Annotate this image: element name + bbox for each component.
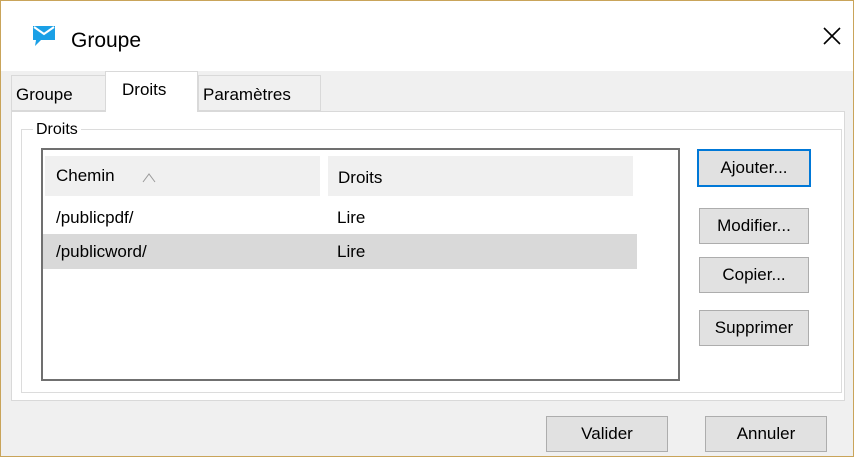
copy-button[interactable]: Copier... <box>699 257 809 293</box>
sort-ascending-icon <box>142 173 156 183</box>
dialog-window: Groupe Groupe Droits Paramètres Droits C… <box>0 0 854 457</box>
column-header-label: Droits <box>338 168 383 187</box>
groupbox-legend: Droits <box>33 121 81 139</box>
window-title: Groupe <box>71 29 142 52</box>
column-header-chemin[interactable]: Chemin <box>45 156 320 196</box>
add-button[interactable]: Ajouter... <box>697 149 811 187</box>
tab-groupe[interactable]: Groupe <box>11 75 107 111</box>
envelope-message-icon <box>33 26 55 46</box>
delete-button[interactable]: Supprimer <box>699 310 809 346</box>
tab-label: Groupe <box>16 85 73 104</box>
tab-label: Paramètres <box>203 85 291 104</box>
cancel-button[interactable]: Annuler <box>705 416 827 452</box>
tab-droits[interactable]: Droits <box>105 71 198 112</box>
title-bar: Groupe <box>1 1 853 71</box>
column-header-droits[interactable]: Droits <box>328 156 633 196</box>
tab-parametres[interactable]: Paramètres <box>198 75 321 111</box>
edit-button[interactable]: Modifier... <box>699 208 809 244</box>
row-rights: Lire <box>337 242 366 261</box>
close-icon[interactable] <box>819 23 845 49</box>
row-path: /publicword/ <box>56 242 147 261</box>
row-path: /publicpdf/ <box>56 208 134 227</box>
ok-button[interactable]: Valider <box>546 416 668 452</box>
column-header-label: Chemin <box>56 166 115 185</box>
row-rights: Lire <box>337 208 366 227</box>
tab-label: Droits <box>122 80 167 99</box>
